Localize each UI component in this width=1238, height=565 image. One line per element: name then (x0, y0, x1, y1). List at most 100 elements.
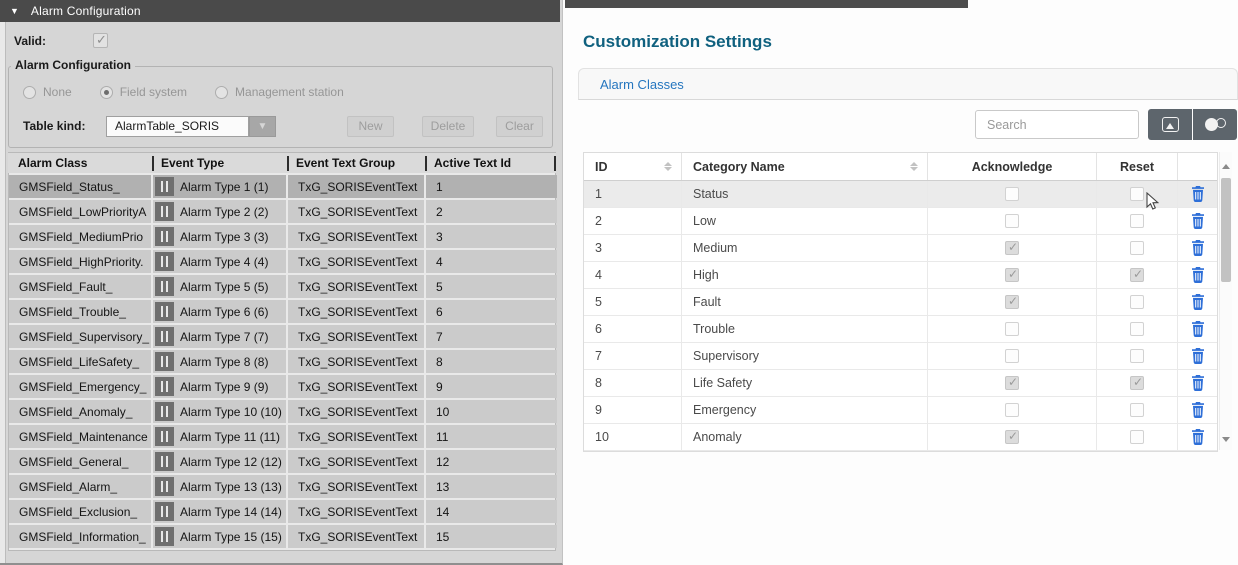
alarm-class-cell[interactable]: GMSField_LifeSafety_ (9, 350, 151, 373)
radio-management-station-circle[interactable] (215, 86, 228, 99)
event-type-label[interactable]: Alarm Type 2 (2) (180, 205, 268, 219)
active-text-id-cell[interactable]: 2 (426, 200, 557, 223)
acknowledge-checkbox[interactable] (1005, 349, 1019, 363)
alarm-class-cell[interactable]: GMSField_Anomaly_ (9, 400, 151, 423)
event-type-pause-button[interactable] (155, 227, 174, 246)
event-type-pause-button[interactable] (155, 327, 174, 346)
header-active-text-id[interactable]: Active Text Id (425, 156, 556, 171)
event-type-label[interactable]: Alarm Type 3 (3) (180, 230, 268, 244)
table-row[interactable]: 5 Fault (584, 289, 1217, 316)
toggle-button[interactable] (1193, 109, 1237, 140)
table-row[interactable]: 8 Life Safety (584, 370, 1217, 397)
event-type-label[interactable]: Alarm Type 14 (14) (180, 505, 282, 519)
reset-checkbox[interactable] (1130, 376, 1144, 390)
alarm-class-cell[interactable]: GMSField_Information_ (9, 525, 151, 548)
image-button[interactable] (1148, 109, 1192, 140)
event-text-group-cell[interactable]: TxG_SORISEventText (288, 375, 424, 398)
active-text-id-cell[interactable]: 9 (426, 375, 557, 398)
event-type-pause-button[interactable] (155, 177, 174, 196)
alarm-class-cell[interactable]: GMSField_HighPriority. (9, 250, 151, 273)
alarm-class-cell[interactable]: GMSField_Fault_ (9, 275, 151, 298)
event-text-group-cell[interactable]: TxG_SORISEventText (288, 300, 424, 323)
event-type-label[interactable]: Alarm Type 15 (15) (180, 530, 282, 544)
active-text-id-cell[interactable]: 6 (426, 300, 557, 323)
table-row[interactable]: 2 Low (584, 208, 1217, 235)
table-scrollbar[interactable] (1219, 152, 1232, 450)
alarm-class-cell[interactable]: GMSField_MediumPrio (9, 225, 151, 248)
event-text-group-cell[interactable]: TxG_SORISEventText (288, 250, 424, 273)
event-type-pause-button[interactable] (155, 302, 174, 321)
active-text-id-cell[interactable]: 7 (426, 325, 557, 348)
delete-row-button[interactable] (1189, 293, 1207, 311)
table-row[interactable]: 7 Supervisory (584, 343, 1217, 370)
table-row[interactable]: GMSField_Alarm_ Alarm Type 13 (13) TxG_S… (9, 475, 555, 498)
acknowledge-checkbox[interactable] (1005, 241, 1019, 255)
alarm-class-cell[interactable]: GMSField_Supervisory_ (9, 325, 151, 348)
delete-row-button[interactable] (1189, 212, 1207, 230)
event-type-label[interactable]: Alarm Type 4 (4) (180, 255, 268, 269)
table-row[interactable]: 4 High (584, 262, 1217, 289)
sort-icon[interactable] (910, 162, 918, 171)
clear-button[interactable]: Clear (496, 116, 543, 137)
collapse-triangle-icon[interactable]: ▼ (10, 6, 19, 16)
active-text-id-cell[interactable]: 8 (426, 350, 557, 373)
radio-management-station[interactable]: Management station (215, 85, 344, 99)
table-row[interactable]: GMSField_General_ Alarm Type 12 (12) TxG… (9, 450, 555, 473)
scroll-up-icon[interactable] (1222, 164, 1230, 169)
radio-field-system[interactable]: Field system (100, 85, 187, 99)
table-row[interactable]: 9 Emergency (584, 397, 1217, 424)
event-type-pause-button[interactable] (155, 502, 174, 521)
reset-checkbox[interactable] (1130, 349, 1144, 363)
reset-checkbox[interactable] (1130, 214, 1144, 228)
event-type-label[interactable]: Alarm Type 12 (12) (180, 455, 282, 469)
acknowledge-checkbox[interactable] (1005, 430, 1019, 444)
acknowledge-checkbox[interactable] (1005, 376, 1019, 390)
table-row[interactable]: 1 Status (584, 181, 1217, 208)
active-text-id-cell[interactable]: 4 (426, 250, 557, 273)
event-type-label[interactable]: Alarm Type 10 (10) (180, 405, 282, 419)
event-text-group-cell[interactable]: TxG_SORISEventText (288, 525, 424, 548)
panel-titlebar[interactable]: ▼ Alarm Configuration (0, 0, 560, 22)
active-text-id-cell[interactable]: 15 (426, 525, 557, 548)
acknowledge-checkbox[interactable] (1005, 295, 1019, 309)
event-type-label[interactable]: Alarm Type 8 (8) (180, 355, 268, 369)
event-type-pause-button[interactable] (155, 277, 174, 296)
table-row[interactable]: GMSField_Emergency_ Alarm Type 9 (9) TxG… (9, 375, 555, 398)
active-text-id-cell[interactable]: 12 (426, 450, 557, 473)
table-kind-select[interactable]: AlarmTable_SORIS (106, 116, 249, 137)
event-type-pause-button[interactable] (155, 477, 174, 496)
event-text-group-cell[interactable]: TxG_SORISEventText (288, 325, 424, 348)
reset-checkbox[interactable] (1130, 430, 1144, 444)
table-row[interactable]: GMSField_Trouble_ Alarm Type 6 (6) TxG_S… (9, 300, 555, 323)
alarm-class-cell[interactable]: GMSField_Emergency_ (9, 375, 151, 398)
acknowledge-checkbox[interactable] (1005, 403, 1019, 417)
header-event-type[interactable]: Event Type (152, 156, 285, 171)
acknowledge-checkbox[interactable] (1005, 268, 1019, 282)
reset-checkbox[interactable] (1130, 295, 1144, 309)
table-row[interactable]: GMSField_LowPriorityA Alarm Type 2 (2) T… (9, 200, 555, 223)
event-type-label[interactable]: Alarm Type 5 (5) (180, 280, 268, 294)
event-type-pause-button[interactable] (155, 452, 174, 471)
active-text-id-cell[interactable]: 14 (426, 500, 557, 523)
table-row[interactable]: GMSField_Information_ Alarm Type 15 (15)… (9, 525, 555, 548)
table-row[interactable]: GMSField_Anomaly_ Alarm Type 10 (10) TxG… (9, 400, 555, 423)
header-event-text-group[interactable]: Event Text Group (287, 156, 423, 171)
active-text-id-cell[interactable]: 13 (426, 475, 557, 498)
table-row[interactable]: 3 Medium (584, 235, 1217, 262)
event-type-pause-button[interactable] (155, 352, 174, 371)
table-row[interactable]: GMSField_Supervisory_ Alarm Type 7 (7) T… (9, 325, 555, 348)
event-type-pause-button[interactable] (155, 402, 174, 421)
event-type-pause-button[interactable] (155, 252, 174, 271)
event-type-pause-button[interactable] (155, 202, 174, 221)
event-text-group-cell[interactable]: TxG_SORISEventText (288, 475, 424, 498)
reset-checkbox[interactable] (1130, 268, 1144, 282)
active-text-id-cell[interactable]: 3 (426, 225, 557, 248)
alarm-class-cell[interactable]: GMSField_Trouble_ (9, 300, 151, 323)
active-text-id-cell[interactable]: 1 (426, 175, 557, 198)
alarm-class-cell[interactable]: GMSField_Exclusion_ (9, 500, 151, 523)
event-type-label[interactable]: Alarm Type 9 (9) (180, 380, 268, 394)
event-text-group-cell[interactable]: TxG_SORISEventText (288, 275, 424, 298)
delete-row-button[interactable] (1189, 266, 1207, 284)
new-button[interactable]: New (347, 116, 394, 137)
header-id[interactable]: ID (584, 153, 681, 180)
